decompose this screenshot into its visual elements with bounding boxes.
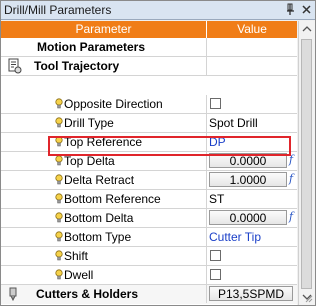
param-label: Bottom Reference — [64, 192, 161, 206]
param-label: Delta Retract — [64, 173, 135, 187]
param-value-cell[interactable]: 0.0000 f — [207, 209, 297, 227]
cutters-holders-value[interactable]: P13,5SPMD — [209, 286, 293, 301]
tool-trajectory-icon — [8, 58, 22, 74]
lightbulb-icon — [55, 269, 63, 280]
param-value-cell[interactable] — [207, 95, 297, 113]
param-value-cell[interactable]: 1.0000 f — [207, 171, 297, 189]
lightbulb-icon — [55, 250, 63, 261]
param-label: Opposite Direction — [64, 97, 163, 111]
close-icon[interactable] — [300, 3, 313, 16]
cutter-icon — [9, 287, 17, 301]
param-label-cell: Bottom Type — [1, 228, 207, 246]
param-label-cell: Shift — [1, 247, 207, 265]
bottom-type-value[interactable]: Cutter Tip — [209, 230, 261, 244]
param-row-opposite-direction[interactable]: Opposite Direction — [1, 95, 297, 114]
title-bar[interactable]: Drill/Mill Parameters — [1, 1, 315, 20]
section-label: Cutters & Holders — [36, 287, 139, 301]
top-reference-highlight — [48, 136, 291, 156]
resize-grip-icon[interactable] — [303, 293, 313, 303]
param-row-drill-type[interactable]: Drill Type Spot Drill — [1, 114, 297, 133]
scrollbar-thumb[interactable] — [301, 39, 312, 289]
lightbulb-icon — [55, 117, 63, 128]
parameter-grid: Parameter Value Motion Parameters Tool T… — [1, 21, 297, 305]
param-row-shift[interactable]: Shift — [1, 247, 297, 266]
param-value-cell[interactable] — [207, 247, 297, 265]
parameter-column-header[interactable]: Parameter — [1, 21, 207, 38]
param-label-cell: Delta Retract — [1, 171, 207, 189]
lightbulb-icon — [55, 212, 63, 223]
param-label: Top Delta — [64, 154, 115, 168]
section-label: Tool Trajectory — [34, 59, 120, 73]
formula-icon[interactable]: f — [289, 210, 293, 223]
bottom-delta-input[interactable]: 0.0000 — [209, 210, 287, 225]
lightbulb-icon — [55, 98, 63, 109]
opposite-direction-checkbox[interactable] — [210, 98, 221, 109]
param-row-bottom-delta[interactable]: Bottom Delta 0.0000 f — [1, 209, 297, 228]
param-label: Dwell — [64, 268, 94, 282]
lightbulb-icon — [55, 193, 63, 204]
param-row-dwell[interactable]: Dwell — [1, 266, 297, 285]
param-row-bottom-reference[interactable]: Bottom Reference ST — [1, 190, 297, 209]
param-row-delta-retract[interactable]: Delta Retract 1.0000 f — [1, 171, 297, 190]
drill-mill-parameters-panel: Drill/Mill Parameters Parameter Value Mo… — [0, 0, 316, 306]
lightbulb-icon — [55, 155, 63, 166]
bottom-reference-value[interactable]: ST — [209, 192, 224, 206]
vertical-scrollbar[interactable] — [298, 21, 315, 305]
delta-retract-input[interactable]: 1.0000 — [209, 172, 287, 187]
section-motion-parameters[interactable]: Motion Parameters — [1, 38, 297, 57]
param-label: Drill Type — [64, 116, 114, 130]
section-label: Motion Parameters — [37, 40, 146, 54]
param-label: Bottom Type — [64, 230, 132, 244]
param-label-cell: Dwell — [1, 266, 207, 284]
lightbulb-icon — [55, 174, 63, 185]
param-label-cell: Opposite Direction — [1, 95, 207, 113]
formula-icon[interactable]: f — [289, 172, 293, 185]
pin-icon[interactable] — [284, 3, 297, 16]
param-value-cell[interactable]: Spot Drill — [207, 114, 297, 132]
drill-type-value[interactable]: Spot Drill — [209, 116, 258, 130]
scroll-up-icon[interactable] — [301, 23, 313, 35]
param-value-cell[interactable] — [207, 266, 297, 284]
lightbulb-icon — [55, 231, 63, 242]
param-label-cell: Drill Type — [1, 114, 207, 132]
param-value-cell[interactable]: Cutter Tip — [207, 228, 297, 246]
dwell-checkbox[interactable] — [210, 269, 221, 280]
section-cutters-holders[interactable]: Cutters & Holders P13,5SPMD — [1, 285, 297, 304]
param-value-cell[interactable]: ST — [207, 190, 297, 208]
param-label: Bottom Delta — [64, 211, 134, 225]
param-label-cell: Bottom Delta — [1, 209, 207, 227]
shift-checkbox[interactable] — [210, 250, 221, 261]
param-label: Shift — [64, 249, 89, 263]
grid-header: Parameter Value — [1, 21, 297, 38]
param-row-bottom-type[interactable]: Bottom Type Cutter Tip — [1, 228, 297, 247]
window-title: Drill/Mill Parameters — [4, 3, 112, 17]
param-label-cell: Bottom Reference — [1, 190, 207, 208]
value-column-header[interactable]: Value — [207, 21, 297, 38]
section-tool-trajectory[interactable]: Tool Trajectory — [1, 57, 297, 76]
